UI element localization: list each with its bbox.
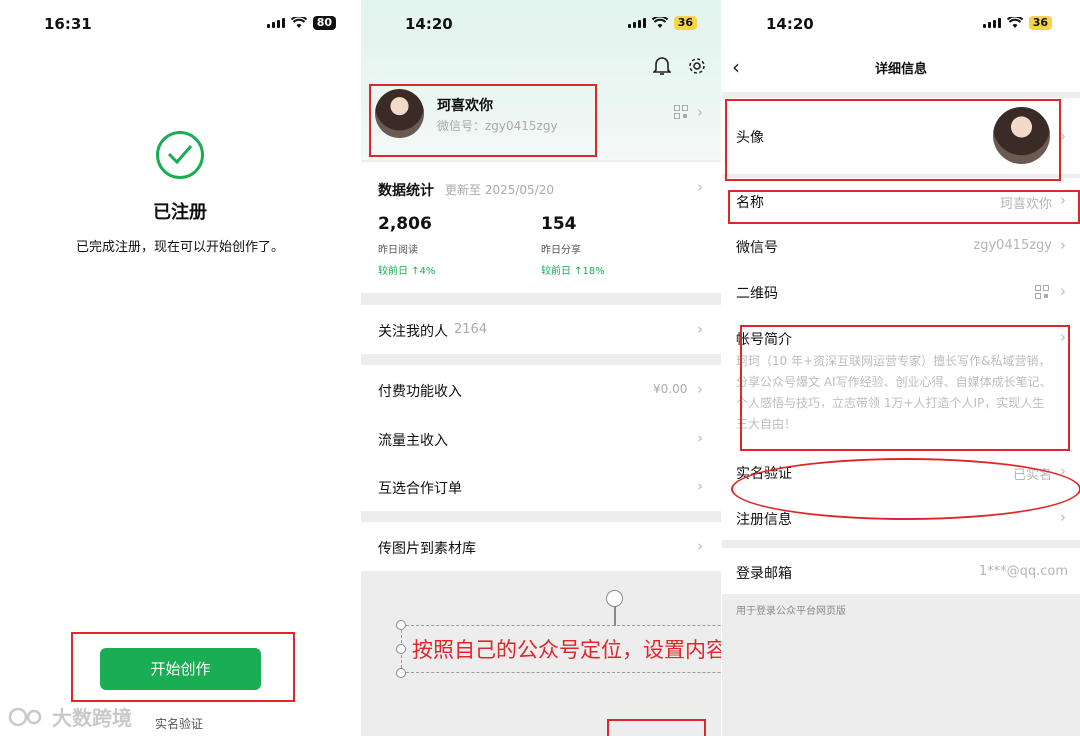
status-time: 14:20 — [766, 15, 814, 33]
stat-label: 昨日阅读 — [378, 245, 418, 256]
resize-handle[interactable] — [396, 668, 406, 678]
watermark-logo-icon — [8, 707, 42, 726]
battery-indicator: 36 — [1028, 16, 1052, 30]
email-hint: 用于登录公众平台网页版 — [736, 606, 846, 617]
qrcode-icon — [1035, 285, 1049, 299]
chevron-right-icon: › — [697, 429, 703, 447]
followers-label: 关注我的人 — [378, 324, 448, 340]
stat-change: 较前日 ↑18% — [541, 266, 605, 277]
watermark-text: 大数跨境 — [52, 706, 132, 730]
status-bar: 14:20 36 — [361, 0, 721, 50]
wifi-icon — [1006, 17, 1023, 28]
orders-label[interactable]: 互选合作订单 — [378, 478, 462, 498]
stats-updated: 更新至 2025/05/20 — [445, 183, 554, 197]
stat-value: 154 — [541, 214, 577, 234]
status-time: 16:31 — [44, 15, 92, 33]
annotation-highlight-box — [725, 99, 1061, 181]
status-time: 14:20 — [405, 15, 453, 33]
resize-handle[interactable] — [396, 644, 406, 654]
signal-icon — [982, 18, 1001, 28]
registration-complete-screen: 16:31 80 已注册 已完成注册，现在可以开始创作了。 开始创作 实名验证 … — [0, 0, 360, 736]
status-bar: 14:20 36 — [722, 0, 1080, 50]
start-creating-button[interactable]: 开始创作 — [100, 648, 261, 690]
watermark: 大数跨境 — [8, 702, 132, 731]
success-check-icon — [156, 131, 204, 179]
settings-gear-icon[interactable] — [687, 56, 707, 76]
traffic-income-label[interactable]: 流量主收入 — [378, 430, 448, 450]
chevron-right-icon: › — [697, 537, 703, 555]
detail-info-screen: 14:20 36 ‹ 详细信息 头像 › 名称 珂喜欢你 › 微信号 zgy04… — [722, 0, 1080, 736]
wifi-icon — [290, 17, 307, 28]
signal-icon — [627, 18, 646, 28]
page-subtitle: 已完成注册，现在可以开始创作了。 — [75, 240, 284, 255]
chevron-right-icon: › — [697, 477, 703, 495]
avatar[interactable] — [375, 89, 424, 138]
paid-income-value: ¥0.00 — [653, 382, 688, 396]
me-screen: 14:20 36 珂喜欢你 微信号：zgy0415zgy › 数据统计 更新至 … — [361, 0, 721, 736]
upload-label: 传图片到素材库 — [378, 541, 476, 557]
stats-title: 数据统计 — [378, 183, 434, 199]
rotate-handle-stem — [614, 606, 616, 626]
rotate-handle[interactable] — [606, 590, 623, 607]
chevron-right-icon: › — [1060, 236, 1066, 254]
wechat-id-value: zgy0415zgy — [973, 238, 1052, 253]
registration-label[interactable]: 注册信息 — [736, 509, 792, 529]
page-title: 详细信息 — [874, 62, 927, 77]
chevron-right-icon: › — [697, 178, 703, 196]
email-value: 1***@qq.com — [978, 564, 1068, 579]
annotation-text: 按照自己的公众号定位，设置内容即可 — [412, 638, 721, 662]
page-title: 已注册 — [153, 202, 207, 223]
followers-count: 2164 — [454, 322, 488, 337]
wifi-icon — [651, 17, 668, 28]
stat-change: 较前日 ↑4% — [378, 266, 436, 277]
chevron-right-icon: › — [697, 103, 703, 121]
wechat-id-label[interactable]: 微信号 — [736, 237, 778, 257]
stat-label: 昨日分享 — [541, 245, 581, 256]
bell-icon[interactable] — [653, 56, 671, 76]
battery-indicator: 80 — [312, 16, 336, 30]
chevron-right-icon: › — [697, 320, 703, 338]
stat-value: 2,806 — [378, 214, 432, 234]
annotation-highlight-box — [607, 719, 706, 736]
verify-link[interactable]: 实名验证 — [155, 715, 203, 732]
annotation-ellipse — [731, 458, 1080, 520]
chevron-right-icon: › — [697, 380, 703, 398]
profile-name: 珂喜欢你 — [437, 98, 493, 114]
resize-handle[interactable] — [396, 620, 406, 630]
qrcode-icon[interactable] — [674, 105, 688, 119]
email-label: 登录邮箱 — [736, 566, 792, 582]
battery-indicator: 36 — [673, 16, 697, 30]
signal-icon — [266, 18, 285, 28]
chevron-right-icon: › — [1060, 508, 1066, 526]
qrcode-label[interactable]: 二维码 — [736, 283, 778, 303]
annotation-highlight-box — [728, 190, 1080, 224]
annotation-highlight-box — [740, 325, 1070, 451]
paid-income-label[interactable]: 付费功能收入 — [378, 381, 462, 401]
chevron-right-icon: › — [1060, 282, 1066, 300]
wechat-id: 微信号：zgy0415zgy — [437, 119, 558, 133]
status-bar: 16:31 80 — [0, 0, 360, 50]
